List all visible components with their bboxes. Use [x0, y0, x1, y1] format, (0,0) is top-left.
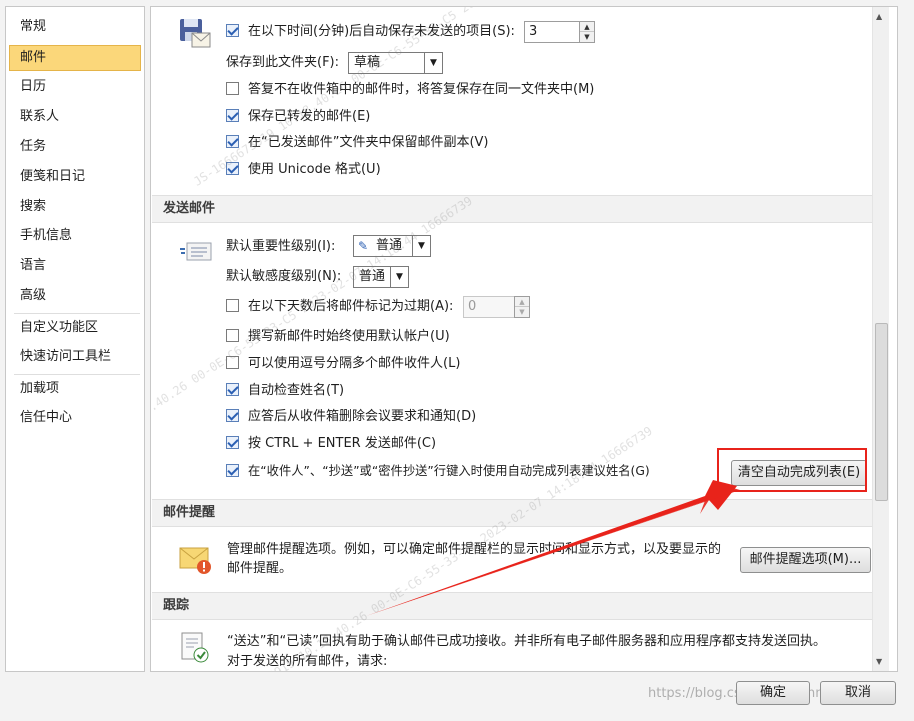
cancel-button[interactable]: 取消 [820, 681, 896, 705]
annotation-arrow-head [366, 482, 740, 616]
annotation-arrow-shape [366, 480, 737, 616]
annotation-arrow [366, 480, 740, 616]
outlook-options-window: 常规 邮件 日历 联系人 任务 便笺和日记 搜索 手机信息 语言 高级 自定义功… [0, 0, 914, 721]
ok-button[interactable]: 确定 [736, 681, 810, 705]
